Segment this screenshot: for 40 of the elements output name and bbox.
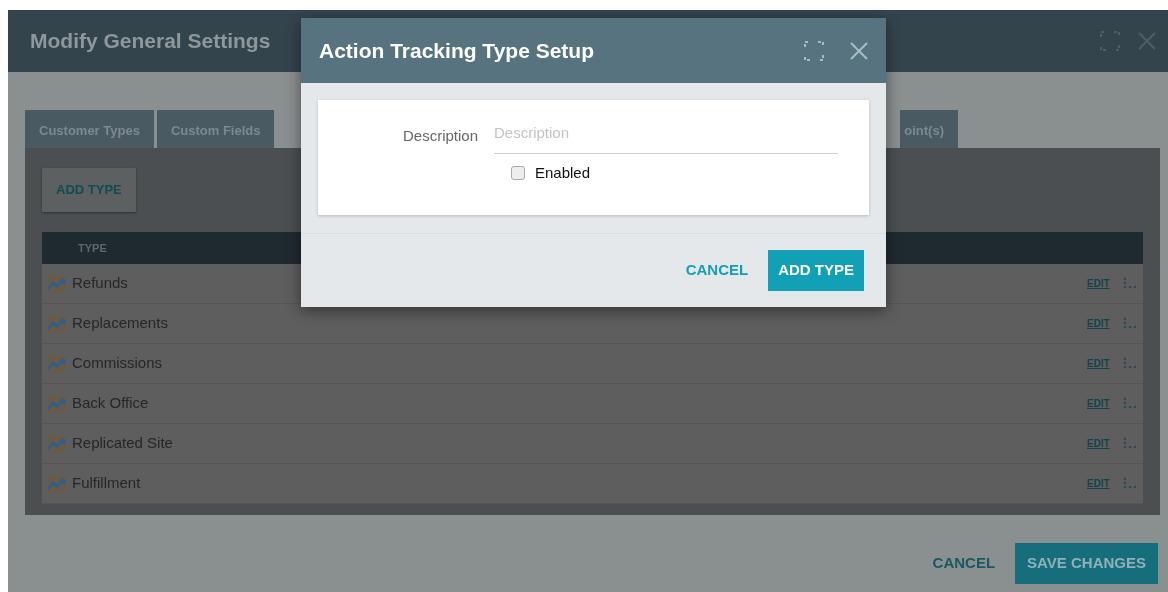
enabled-checkbox[interactable] bbox=[511, 165, 525, 180]
column-header: TYPE bbox=[78, 241, 107, 254]
close-icon[interactable] bbox=[1138, 32, 1156, 50]
more-icon[interactable] bbox=[1123, 396, 1137, 411]
more-icon[interactable] bbox=[1123, 316, 1137, 331]
close-icon[interactable] bbox=[850, 41, 868, 60]
chart-icon bbox=[48, 434, 66, 453]
add-type-button[interactable]: ADD TYPE bbox=[768, 250, 864, 291]
checkbox-label: Enabled bbox=[535, 162, 591, 183]
chart-icon bbox=[48, 474, 66, 493]
more-icon[interactable] bbox=[1123, 476, 1137, 491]
chart-icon bbox=[48, 314, 66, 333]
edit-link[interactable]: EDIT bbox=[1087, 476, 1123, 491]
expand-icon[interactable] bbox=[804, 40, 824, 61]
row-name: Fulfillment bbox=[72, 473, 141, 494]
edit-link[interactable]: EDIT bbox=[1087, 276, 1123, 291]
row-name: Replicated Site bbox=[72, 433, 173, 454]
chart-icon bbox=[48, 394, 66, 413]
dialog-title: Action Tracking Type Setup bbox=[319, 37, 594, 64]
edit-link[interactable]: EDIT bbox=[1087, 316, 1123, 331]
more-icon[interactable] bbox=[1123, 356, 1137, 371]
description-field[interactable]: Description bbox=[494, 118, 838, 154]
expand-icon[interactable] bbox=[1100, 31, 1120, 51]
edit-link[interactable]: EDIT bbox=[1087, 396, 1123, 411]
cancel-button[interactable]: CANCEL bbox=[926, 551, 1002, 576]
row-name: Back Office bbox=[72, 393, 149, 414]
save-changes-button[interactable]: SAVE CHANGES bbox=[1015, 543, 1158, 584]
row-name: Refunds bbox=[72, 273, 128, 294]
row-name: Replacements bbox=[72, 313, 168, 334]
chart-icon bbox=[48, 274, 66, 293]
edit-link[interactable]: EDIT bbox=[1087, 436, 1123, 451]
row-name: Commissions bbox=[72, 353, 162, 374]
cancel-button[interactable]: CANCEL bbox=[679, 258, 755, 283]
window-title: Modify General Settings bbox=[30, 28, 271, 54]
add-type-button[interactable]: ADD TYPE bbox=[42, 168, 136, 212]
field-label: Description bbox=[401, 125, 479, 146]
more-icon[interactable] bbox=[1123, 436, 1137, 451]
edit-link[interactable]: EDIT bbox=[1087, 356, 1123, 371]
more-icon[interactable] bbox=[1123, 276, 1137, 291]
chart-icon bbox=[48, 354, 66, 373]
